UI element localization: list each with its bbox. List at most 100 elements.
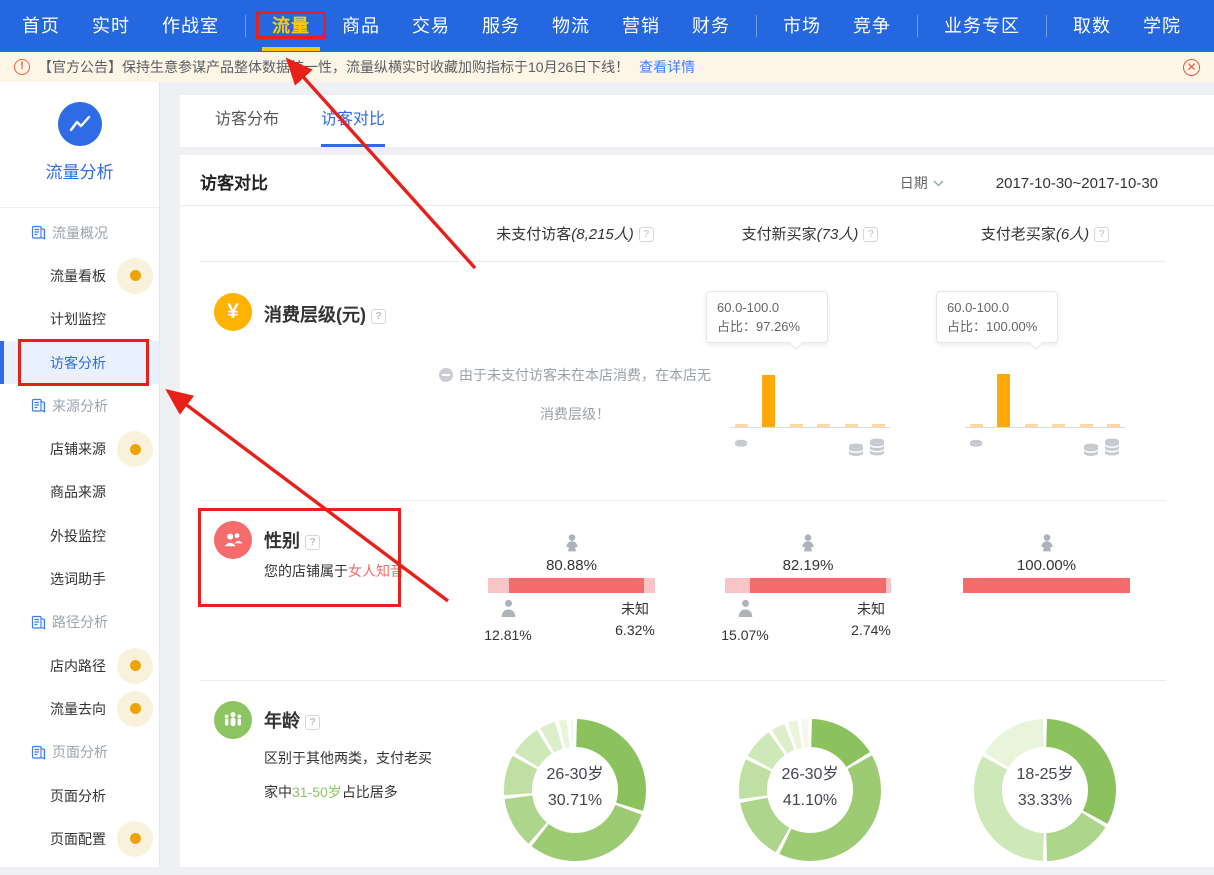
age-highlight: 31-50岁 xyxy=(292,784,342,800)
nav-item-label: 业务专区 xyxy=(944,16,1020,36)
nav-item-学院[interactable]: 学院 xyxy=(1129,0,1195,52)
nav-item-财务[interactable]: 财务 xyxy=(678,0,744,52)
sidebar-item-商品来源[interactable]: 商品来源 xyxy=(0,471,159,514)
unknown-legend: 未知6.32% xyxy=(600,599,670,638)
age-section-desc: 区别于其他两类，支付老买 家中31-50岁占比居多 xyxy=(264,741,432,809)
male-icon xyxy=(473,599,543,624)
new-feature-badge xyxy=(117,691,153,727)
nav-item-label: 首页 xyxy=(22,16,60,36)
nav-item-实时[interactable]: 实时 xyxy=(78,0,144,52)
male-bar-segment xyxy=(488,578,509,593)
sidebar-item-计划监控[interactable]: 计划监控 xyxy=(0,298,159,341)
sidebar-item-label: 页面分析 xyxy=(50,786,106,806)
gender-highlight: 女人知音 xyxy=(348,563,404,579)
bar xyxy=(735,424,748,427)
sidebar-item-label: 商品来源 xyxy=(50,482,106,502)
tab-访客分布[interactable]: 访客分布 xyxy=(215,95,279,147)
female-bar-segment xyxy=(509,578,644,593)
gender-section-title: 性别? xyxy=(264,527,320,553)
donut-center-label: 26-30岁41.10% xyxy=(755,762,865,814)
help-icon[interactable]: ? xyxy=(639,227,654,242)
nav-item-交易[interactable]: 交易 xyxy=(398,0,464,52)
announcement-detail-link[interactable]: 查看详情 xyxy=(639,57,695,77)
female-percent: 80.88% xyxy=(488,557,655,574)
sidebar-item-店内路径[interactable]: 店内路径 xyxy=(0,644,159,687)
donut-center-label: 26-30岁30.71% xyxy=(520,762,630,814)
female-icon xyxy=(562,533,581,558)
help-icon[interactable]: ? xyxy=(305,535,320,550)
axis-coin-icons xyxy=(965,433,1125,464)
tab-访客对比[interactable]: 访客对比 xyxy=(321,95,385,147)
date-filter-dropdown[interactable]: 日期 xyxy=(900,173,944,193)
nav-item-作战室[interactable]: 作战室 xyxy=(148,0,233,52)
female-icon xyxy=(799,533,818,558)
nav-item-label: 作战室 xyxy=(162,16,219,36)
date-filter-label: 日期 xyxy=(900,173,928,193)
nav-item-营销[interactable]: 营销 xyxy=(608,0,674,52)
sidebar-item-流量看板[interactable]: 流量看板 xyxy=(0,254,159,297)
nav-item-label: 营销 xyxy=(622,16,660,36)
sidebar-item-流量去向[interactable]: 流量去向 xyxy=(0,687,159,730)
nav-item-label: 实时 xyxy=(92,16,130,36)
column-header-支付新买家: 支付新买家(73人)? xyxy=(695,223,925,244)
female-percent: 82.19% xyxy=(725,557,891,574)
axis-coin-icons xyxy=(730,433,890,464)
unknown-label: 未知 xyxy=(836,599,906,619)
sidebar-item-label: 页面配置 xyxy=(50,829,106,849)
sidebar-title: 流量分析 xyxy=(0,158,159,183)
nav-item-市场[interactable]: 市场 xyxy=(769,0,835,52)
nav-divider xyxy=(917,15,918,37)
date-range-value[interactable]: 2017-10-30~2017-10-30 xyxy=(996,175,1158,192)
gender-chart-支付新买家: 82.19%15.07%未知2.74% xyxy=(725,533,891,673)
low-spend-coin-icon xyxy=(967,433,985,464)
unknown-percent: 2.74% xyxy=(836,622,906,638)
column-count: (6人) xyxy=(1056,226,1089,243)
help-icon[interactable]: ? xyxy=(305,715,320,730)
column-count: (73人) xyxy=(817,226,859,243)
male-percent: 12.81% xyxy=(473,627,543,643)
bar xyxy=(1052,424,1065,427)
nav-item-业务专区[interactable]: 业务专区 xyxy=(930,0,1034,52)
minus-icon xyxy=(439,368,453,382)
donut-center-label: 18-25岁33.33% xyxy=(990,762,1100,814)
nav-item-流量[interactable]: 流量 xyxy=(258,0,324,52)
help-icon[interactable]: ? xyxy=(371,309,386,324)
male-legend: 15.07% xyxy=(710,599,780,643)
nav-item-取数[interactable]: 取数 xyxy=(1059,0,1125,52)
nav-item-物流[interactable]: 物流 xyxy=(538,0,604,52)
donut-top-age-bucket: 26-30岁 xyxy=(755,762,865,788)
nav-divider xyxy=(1046,15,1047,37)
nav-item-首页[interactable]: 首页 xyxy=(8,0,74,52)
chevron-down-icon xyxy=(933,180,944,187)
sidebar-item-选词助手[interactable]: 选词助手 xyxy=(0,557,159,600)
bar xyxy=(872,424,885,427)
nav-item-label: 物流 xyxy=(552,16,590,36)
nav-item-服务[interactable]: 服务 xyxy=(468,0,534,52)
sidebar-item-label: 计划监控 xyxy=(50,309,106,329)
gender-chart-未支付访客: 80.88%12.81%未知6.32% xyxy=(488,533,655,673)
report-icon xyxy=(31,745,46,760)
unknown-bar-segment xyxy=(886,578,891,593)
close-icon[interactable]: ✕ xyxy=(1183,59,1200,76)
sidebar-item-label: 店内路径 xyxy=(50,656,106,676)
nav-item-竞争[interactable]: 竞争 xyxy=(839,0,905,52)
sidebar-item-外投监控[interactable]: 外投监控 xyxy=(0,514,159,557)
sidebar-item-页面分析[interactable]: 页面分析 xyxy=(0,774,159,817)
sidebar-item-店铺来源[interactable]: 店铺来源 xyxy=(0,427,159,470)
male-percent: 15.07% xyxy=(710,627,780,643)
nav-item-商品[interactable]: 商品 xyxy=(328,0,394,52)
sidebar-group-来源分析: 来源分析 xyxy=(0,384,159,427)
help-icon[interactable]: ? xyxy=(863,227,878,242)
sidebar-item-label: 页面分析 xyxy=(52,742,108,762)
report-icon xyxy=(31,615,46,630)
sidebar-item-访客分析[interactable]: 访客分析 xyxy=(0,341,159,384)
unknown-legend: 未知 2.74% xyxy=(836,599,906,638)
sidebar-item-label: 外投监控 xyxy=(50,526,106,546)
unknown-label: 未知 xyxy=(600,599,670,619)
nav-item-label: 服务 xyxy=(482,16,520,36)
high-spend-coins-icon xyxy=(1081,433,1123,464)
consumption-section-title: 消费层级(元)? xyxy=(264,301,386,327)
consumption-level-icon: ¥ xyxy=(214,293,252,331)
sidebar-item-页面配置[interactable]: 页面配置 xyxy=(0,817,159,860)
help-icon[interactable]: ? xyxy=(1094,227,1109,242)
